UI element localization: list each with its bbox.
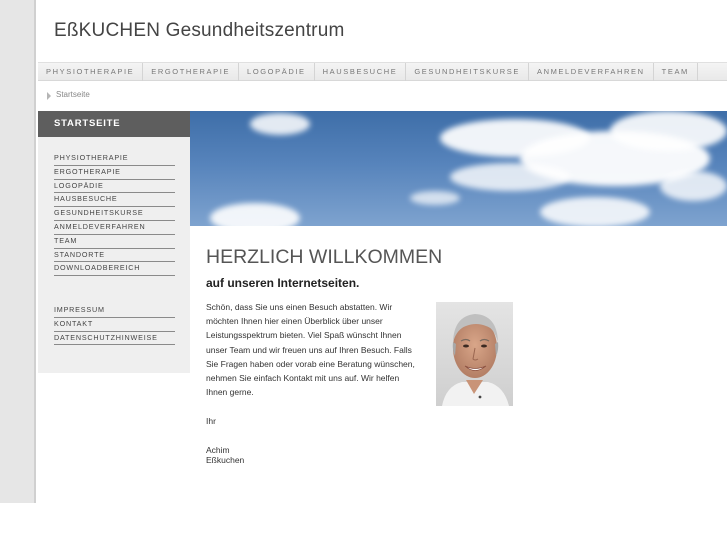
banner-cloud <box>540 197 650 226</box>
banner-cloud <box>250 113 310 135</box>
topnav-team[interactable]: TEAM <box>654 63 698 81</box>
portrait-photo <box>436 302 513 406</box>
banner-cloud <box>450 163 570 191</box>
sidebar-item-hausbesuche[interactable]: HAUSBESUCHE <box>54 193 175 208</box>
sidebar-item-team[interactable]: TEAM <box>54 235 175 249</box>
sky-banner <box>190 111 727 226</box>
breadcrumb: Startseite <box>38 81 727 111</box>
top-navigation: PHYSIOTHERAPIE ERGOTHERAPIE LOGOPÄDIE HA… <box>38 62 727 81</box>
intro-paragraph: Schön, dass Sie uns einen Besuch abstatt… <box>206 302 415 398</box>
signature: Achim Eßkuchen <box>206 445 245 465</box>
topnav-ergotherapie[interactable]: ERGOTHERAPIE <box>143 63 240 81</box>
banner-cloud <box>660 171 727 201</box>
banner-cloud <box>610 111 727 151</box>
sidebar-item-downloadbereich[interactable]: DOWNLOADBEREICH <box>54 262 175 277</box>
triangle-right-icon <box>47 92 51 100</box>
page-subtitle: auf unseren Internetseiten. <box>206 276 360 290</box>
page-title: HERZLICH WILLKOMMEN <box>206 246 443 268</box>
sidebar-secondary-menu: IMPRESSUM KONTAKT DATENSCHUTZHINWEISE <box>54 304 175 346</box>
site-title[interactable]: EßKUCHEN Gesundheitszentrum <box>54 20 345 42</box>
breadcrumb-current[interactable]: Startseite <box>56 90 90 99</box>
sidebar-item-anmeldeverfahren[interactable]: ANMELDEVERFAHREN <box>54 221 175 235</box>
sidebar-item-ergotherapie[interactable]: ERGOTHERAPIE <box>54 166 175 180</box>
sidebar: STARTSEITE PHYSIOTHERAPIE ERGOTHERAPIE L… <box>38 111 190 373</box>
sidebar-item-physiotherapie[interactable]: PHYSIOTHERAPIE <box>54 152 175 166</box>
topnav-hausbesuche[interactable]: HAUSBESUCHE <box>315 63 407 81</box>
sidebar-item-datenschutzhinweise[interactable]: DATENSCHUTZHINWEISE <box>54 332 175 346</box>
sidebar-item-kontakt[interactable]: KONTAKT <box>54 318 175 332</box>
topnav-physiotherapie[interactable]: PHYSIOTHERAPIE <box>38 63 144 81</box>
sidebar-heading[interactable]: STARTSEITE <box>38 111 190 137</box>
sidebar-item-gesundheitskurse[interactable]: GESUNDHEITSKURSE <box>54 207 175 221</box>
portrait-image <box>436 302 513 406</box>
greeting: Ihr <box>206 416 216 426</box>
topnav-logopaedie[interactable]: LOGOPÄDIE <box>239 63 315 81</box>
topnav-anmeldeverfahren[interactable]: ANMELDEVERFAHREN <box>529 63 654 81</box>
sidebar-item-standorte[interactable]: STANDORTE <box>54 249 175 263</box>
left-gutter <box>0 0 36 503</box>
header: EßKUCHEN Gesundheitszentrum <box>38 0 727 62</box>
sidebar-main-menu: PHYSIOTHERAPIE ERGOTHERAPIE LOGOPÄDIE HA… <box>54 152 175 277</box>
banner-cloud <box>210 203 300 226</box>
banner-cloud <box>410 191 460 205</box>
sidebar-item-impressum[interactable]: IMPRESSUM <box>54 304 175 318</box>
sidebar-item-logopaedie[interactable]: LOGOPÄDIE <box>54 180 175 194</box>
topnav-gesundheitskurse[interactable]: GESUNDHEITSKURSE <box>406 63 529 81</box>
